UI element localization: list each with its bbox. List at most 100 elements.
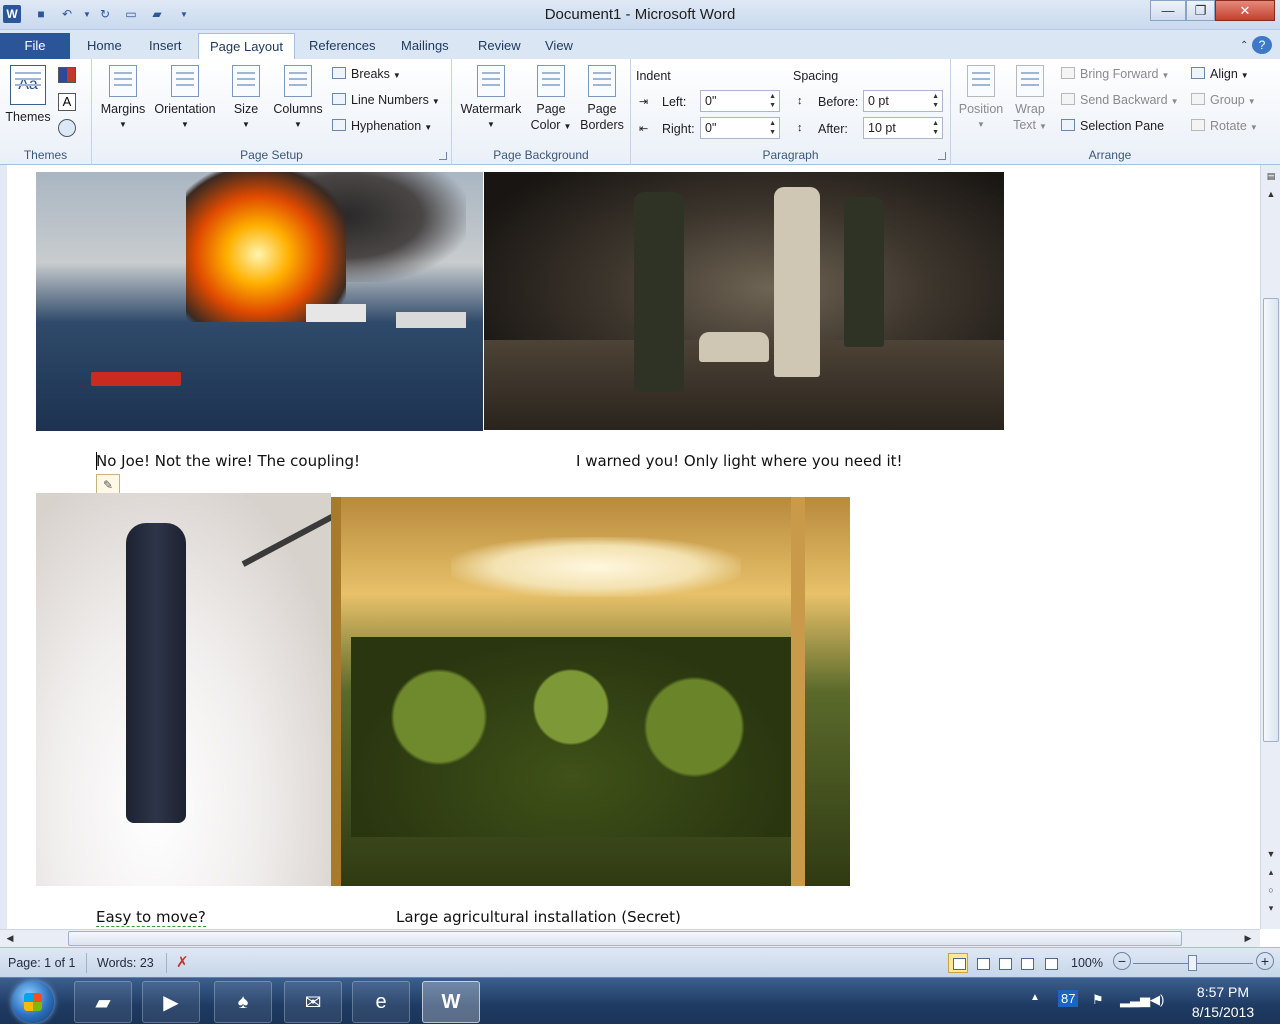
close-button[interactable]: ✕: [1215, 0, 1275, 21]
tab-insert[interactable]: Insert: [138, 33, 193, 59]
tab-home[interactable]: Home: [76, 33, 133, 59]
wood-post-shape: [791, 497, 805, 886]
word-taskbar-icon[interactable]: W: [422, 981, 480, 1023]
hanging-figure-image[interactable]: [36, 493, 331, 886]
plants-shape: [351, 637, 791, 837]
send-backward-dropdown-icon: ▼: [1170, 97, 1179, 106]
tab-mailings[interactable]: Mailings: [390, 33, 460, 59]
start-button[interactable]: [12, 981, 54, 1023]
web-layout-view-icon[interactable]: [994, 953, 1014, 973]
solitaire-taskbar-icon[interactable]: ♠: [214, 981, 272, 1023]
outlook-taskbar-icon[interactable]: ✉: [284, 981, 342, 1023]
document-page[interactable]: No Joe! Not the wire! The coupling! I wa…: [0, 165, 1260, 929]
tab-references[interactable]: References: [298, 33, 386, 59]
tab-page-layout[interactable]: Page Layout: [198, 33, 296, 59]
page-color-label-line2: Color: [530, 118, 561, 132]
maximize-button[interactable]: ❐: [1186, 0, 1215, 21]
scroll-down-icon[interactable]: ▼: [1263, 847, 1279, 861]
minimize-button[interactable]: —: [1150, 0, 1186, 21]
page-background-group: Watermark ▼ Page Color ▼ Page Borders Pag…: [452, 59, 631, 165]
align-button[interactable]: Align ▼: [1191, 64, 1249, 84]
tab-review[interactable]: Review: [467, 33, 532, 59]
tab-file[interactable]: File: [0, 33, 70, 59]
orientation-button[interactable]: Orientation ▼: [152, 65, 218, 133]
help-icon[interactable]: ?: [1252, 36, 1272, 54]
grow-room-image[interactable]: [331, 497, 850, 886]
caption-rig: No Joe! Not the wire! The coupling!: [96, 452, 360, 470]
zoom-out-button[interactable]: −: [1113, 952, 1131, 970]
soldiers-image[interactable]: [484, 172, 1004, 430]
show-hidden-icons-icon[interactable]: ▲: [1030, 992, 1040, 1003]
bring-forward-button[interactable]: Bring Forward ▼: [1061, 64, 1169, 84]
zoom-in-button[interactable]: +: [1256, 952, 1274, 970]
indent-right-icon: ⇤: [639, 123, 649, 135]
action-center-flag-icon[interactable]: ⚑: [1092, 992, 1104, 1008]
line-numbers-button[interactable]: Line Numbers ▼: [332, 90, 440, 110]
explorer-taskbar-icon[interactable]: ▰: [74, 981, 132, 1023]
hyphenation-dropdown-icon: ▼: [424, 123, 433, 132]
outline-view-icon[interactable]: [1016, 953, 1036, 973]
breaks-label: Breaks: [351, 67, 390, 81]
bring-forward-dropdown-icon: ▼: [1161, 71, 1170, 80]
horizontal-scrollbar[interactable]: ◀ ▶: [0, 929, 1260, 947]
page-borders-button[interactable]: Page Borders: [576, 65, 628, 133]
print-layout-view-icon[interactable]: [948, 953, 968, 973]
scroll-left-icon[interactable]: ◀: [2, 931, 18, 945]
spacing-after-input[interactable]: 10 pt: [863, 117, 943, 139]
selection-pane-label: Selection Pane: [1080, 119, 1165, 133]
zoom-level[interactable]: 100%: [1071, 956, 1103, 970]
spacing-before-input[interactable]: 0 pt: [863, 90, 943, 112]
bring-forward-icon: [1061, 67, 1075, 79]
size-button[interactable]: Size ▼: [226, 65, 266, 133]
hyphenation-button[interactable]: Hyphenation ▼: [332, 116, 432, 136]
themes-icon: Aa: [10, 65, 46, 105]
word-count[interactable]: Words: 23: [97, 956, 154, 970]
hyphenation-label: Hyphenation: [351, 119, 422, 133]
position-dropdown-icon: ▼: [977, 120, 985, 129]
media-player-taskbar-icon[interactable]: ▶: [142, 981, 200, 1023]
full-screen-reading-view-icon[interactable]: [972, 953, 992, 973]
group-button[interactable]: Group ▼: [1191, 90, 1256, 110]
proofing-errors-icon[interactable]: ✗: [176, 953, 189, 971]
paragraph-launcher-icon[interactable]: [938, 152, 946, 160]
page-setup-launcher-icon[interactable]: [439, 152, 447, 160]
network-icon[interactable]: ▂▃▅: [1120, 992, 1150, 1008]
position-button[interactable]: Position ▼: [955, 65, 1007, 133]
breaks-button[interactable]: Breaks ▼: [332, 64, 401, 84]
vertical-scroll-thumb[interactable]: [1263, 298, 1279, 742]
columns-button[interactable]: Columns ▼: [270, 65, 326, 133]
select-browse-object-icon[interactable]: ○: [1263, 883, 1279, 897]
tray-badge[interactable]: 87: [1058, 990, 1079, 1007]
ruler-toggle-icon[interactable]: ▤: [1263, 169, 1279, 183]
theme-fonts-icon[interactable]: A: [58, 93, 76, 111]
volume-icon[interactable]: ◀): [1150, 992, 1164, 1008]
page-color-button[interactable]: Page Color ▼: [528, 65, 574, 135]
wrap-text-icon: [1016, 65, 1044, 97]
status-bar: Page: 1 of 1 Words: 23 ✗ 100% − +: [0, 947, 1280, 977]
scroll-right-icon[interactable]: ▶: [1240, 931, 1256, 945]
oil-rig-fire-image[interactable]: [36, 172, 483, 431]
previous-page-icon[interactable]: ▴: [1263, 865, 1279, 879]
watermark-button[interactable]: Watermark ▼: [456, 65, 526, 133]
next-page-icon[interactable]: ▾: [1263, 901, 1279, 915]
margins-button[interactable]: Margins ▼: [98, 65, 148, 133]
zoom-slider-thumb[interactable]: [1188, 955, 1197, 971]
indent-left-input[interactable]: 0": [700, 90, 780, 112]
page-color-icon: [537, 65, 565, 97]
themes-button[interactable]: Aa Themes: [4, 65, 52, 125]
indent-right-input[interactable]: 0": [700, 117, 780, 139]
scroll-up-icon[interactable]: ▲: [1263, 187, 1279, 201]
theme-effects-icon[interactable]: [58, 119, 76, 137]
tab-view[interactable]: View: [534, 33, 584, 59]
rotate-button[interactable]: Rotate ▼: [1191, 116, 1258, 136]
selection-pane-button[interactable]: Selection Pane: [1061, 116, 1164, 136]
horizontal-scroll-thumb[interactable]: [68, 931, 1182, 946]
page-count[interactable]: Page: 1 of 1: [8, 956, 75, 970]
internet-explorer-taskbar-icon[interactable]: e: [352, 981, 410, 1023]
draft-view-icon[interactable]: [1040, 953, 1060, 973]
system-clock[interactable]: 8:57 PM 8/15/2013: [1180, 982, 1266, 1022]
wrap-text-button[interactable]: Wrap Text ▼: [1009, 65, 1051, 135]
vertical-scrollbar[interactable]: ▤ ▲ ▼ ▴ ○ ▾: [1260, 165, 1280, 929]
send-backward-button[interactable]: Send Backward ▼: [1061, 90, 1178, 110]
theme-colors-icon[interactable]: [58, 67, 76, 83]
